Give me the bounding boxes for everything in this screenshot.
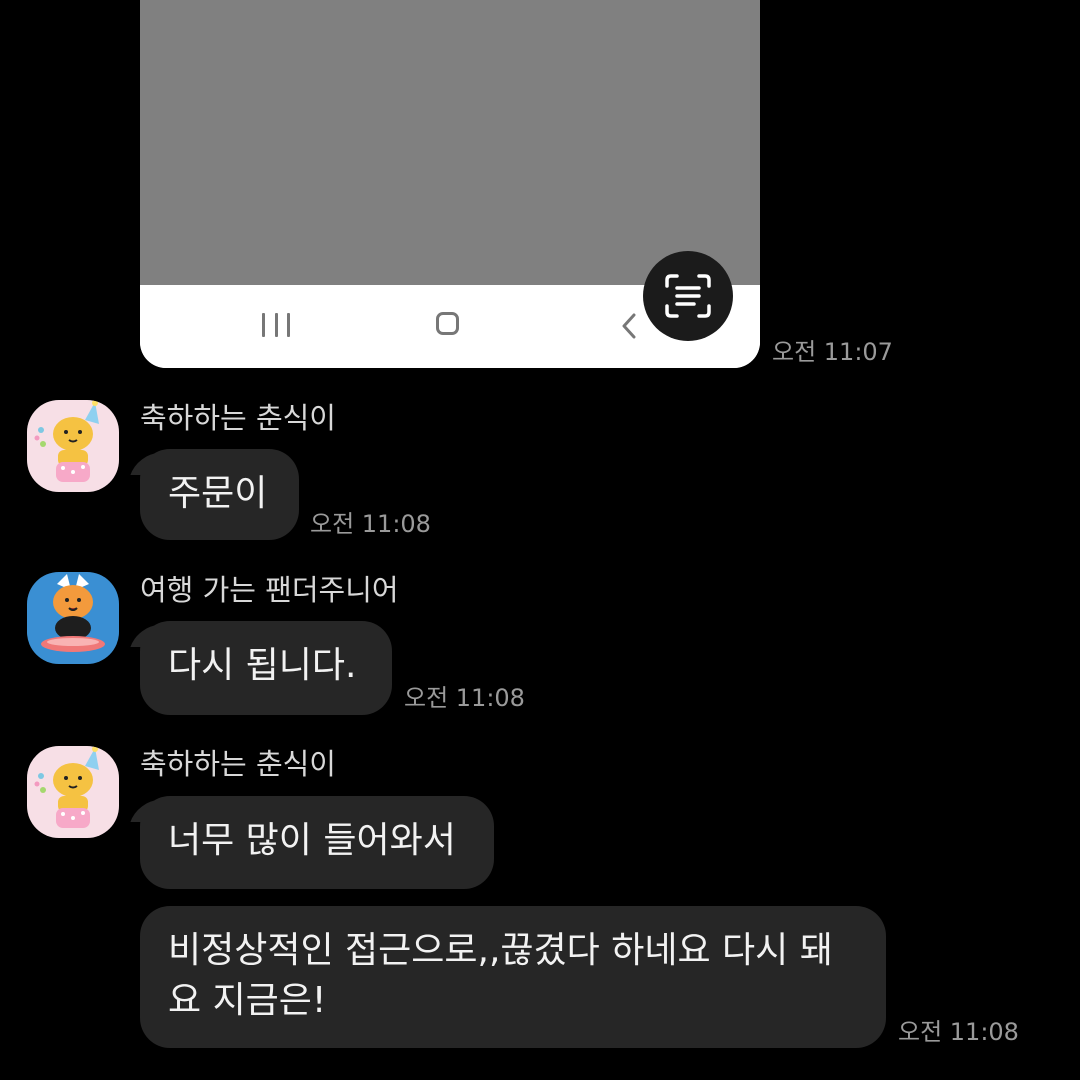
message-text: 다시 됩니다. (168, 645, 357, 686)
text-scan-icon (665, 274, 711, 318)
message-text: 너무 많이 들어와서 (168, 820, 456, 861)
screenshot-content-area (140, 0, 760, 285)
message-bubble[interactable]: 너무 많이 들어와서 (140, 796, 494, 889)
message-time: 오전 11:08 (898, 1018, 1019, 1046)
sender-name: 여행 가는 팬더주니어 (140, 573, 399, 607)
text-scan-button[interactable] (643, 251, 733, 341)
message-time: 오전 11:08 (310, 510, 431, 538)
avatar[interactable] (27, 746, 119, 838)
sender-name: 축하하는 춘식이 (140, 401, 336, 435)
message-text: 비정상적인 접근으로,,끊겼다 하네요 다시 돼 요 지금은! (168, 930, 833, 1021)
message-bubble[interactable]: 주문이 (140, 449, 299, 540)
avatar[interactable] (27, 400, 119, 492)
sender-name: 축하하는 춘식이 (140, 747, 336, 781)
back-icon (622, 313, 636, 339)
home-icon (436, 312, 459, 335)
message-bubble[interactable]: 비정상적인 접근으로,,끊겼다 하네요 다시 돼 요 지금은! (140, 906, 886, 1048)
message-time: 오전 11:07 (772, 338, 893, 366)
recents-icon (262, 313, 290, 337)
surfing-panda-icon (41, 574, 105, 652)
party-hat-cat-icon (34, 400, 99, 482)
avatar[interactable] (27, 572, 119, 664)
message-time: 오전 11:08 (404, 684, 525, 712)
message-text: 주문이 (168, 473, 268, 514)
message-bubble[interactable]: 다시 됩니다. (140, 621, 392, 715)
party-hat-cat-icon (34, 746, 99, 828)
